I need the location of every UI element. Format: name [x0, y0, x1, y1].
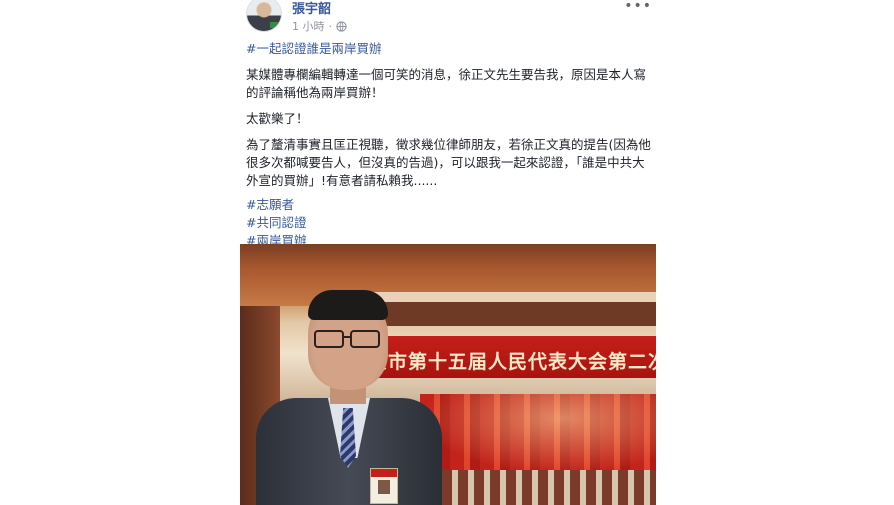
author-avatar[interactable] — [246, 0, 282, 32]
delegate-badge — [370, 468, 398, 504]
meta-separator: · — [328, 19, 333, 33]
author-name[interactable]: 張宇韶 — [292, 0, 331, 17]
hashtag-joint-certification[interactable]: #共同認證 — [246, 214, 656, 232]
post-paragraph-3: 為了釐清事實且匡正視聽，徵求幾位律師朋友，若徐正文真的提告(因為他很多次都喊要告… — [246, 137, 651, 188]
post-header: 張宇韶 1 小時 · ••• — [246, 0, 656, 36]
more-options-icon[interactable]: ••• — [624, 0, 652, 14]
globe-icon[interactable] — [336, 20, 347, 32]
avatar-badge — [270, 22, 279, 28]
right-lens — [350, 330, 380, 348]
post-meta: 1 小時 · — [292, 18, 347, 34]
badge-photo — [378, 480, 390, 494]
badge-header — [371, 469, 397, 477]
hashtag-title[interactable]: #一起認證誰是兩岸買辦 — [246, 40, 656, 58]
post-paragraph-2: 太歡樂了！ — [246, 111, 309, 126]
man-in-suit — [250, 272, 450, 505]
post-body: #一起認證誰是兩岸買辦 某媒體專欄編輯轉達一個可笑的消息，徐正文先生要告我，原因… — [246, 40, 656, 250]
glasses-icon — [314, 330, 382, 348]
glasses-bridge — [342, 336, 350, 338]
post-photo[interactable]: 京市第十五届人民代表大会第二次会议 — [240, 244, 656, 505]
stage-light — [420, 394, 656, 474]
post-time[interactable]: 1 小時 — [292, 18, 325, 34]
hashtag-volunteer[interactable]: #志願者 — [246, 196, 656, 214]
left-lens — [314, 330, 344, 348]
post-paragraph-1: 某媒體專欄編輯轉達一個可笑的消息，徐正文先生要告我，原因是本人寫的評論稱他為兩岸… — [246, 67, 647, 100]
hair — [308, 290, 388, 320]
hashtag-list: #志願者 #共同認證 #兩岸買辦 — [246, 196, 656, 250]
